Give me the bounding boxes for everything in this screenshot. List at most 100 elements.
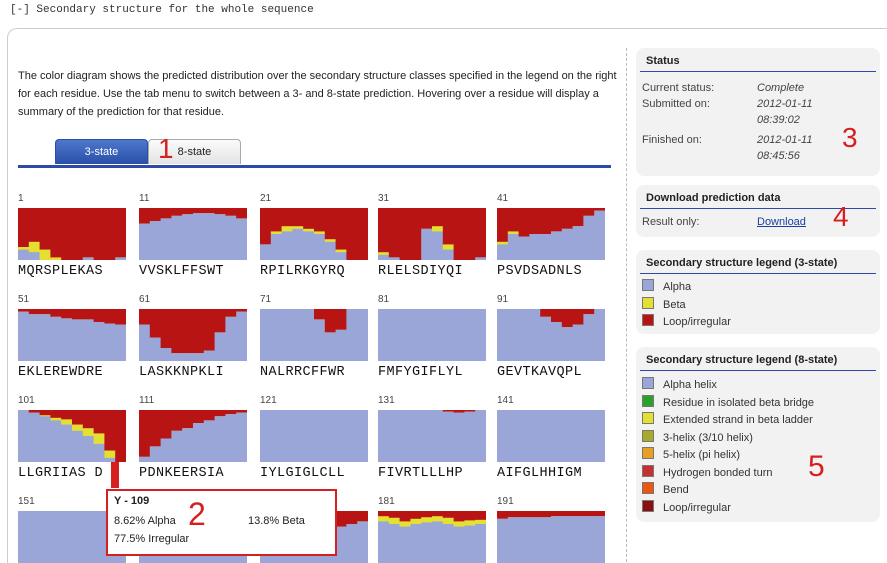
alpha-bar — [421, 410, 432, 462]
segment-position: 51 — [18, 294, 29, 305]
sequence-label: PDNKEERSIA — [139, 466, 224, 481]
finished-label: Finished on: — [642, 134, 702, 146]
status-title: Status — [640, 48, 876, 72]
legend-label: 3-helix (3/10 helix) — [663, 432, 753, 444]
download-link[interactable]: Download — [757, 216, 806, 228]
finished-date: 2012-01-11 — [757, 134, 812, 146]
alpha-bar — [72, 431, 83, 462]
prediction-plot[interactable] — [260, 410, 368, 462]
prediction-plot[interactable] — [139, 410, 247, 462]
loop-bar — [72, 309, 83, 320]
beta-bar — [303, 229, 314, 232]
loop-bar — [594, 511, 605, 517]
legend-swatch — [642, 482, 654, 494]
alpha-bar — [314, 410, 325, 462]
loop-bar — [72, 208, 83, 260]
alpha-bar — [72, 319, 83, 361]
alpha-bar — [519, 237, 530, 260]
loop-bar — [454, 208, 465, 260]
prediction-plot[interactable] — [260, 208, 368, 260]
prediction-plot[interactable] — [378, 309, 486, 361]
legend-swatch — [642, 377, 654, 389]
alpha-bar — [594, 516, 605, 563]
prediction-plot[interactable] — [378, 208, 486, 260]
segment-position: 71 — [260, 294, 271, 305]
alpha-bar — [94, 322, 105, 361]
alpha-bar — [400, 309, 411, 361]
section-header[interactable]: [-] Secondary structure for the whole se… — [10, 4, 314, 16]
prediction-plot[interactable] — [18, 208, 126, 260]
alpha-bar — [562, 327, 573, 361]
loop-bar — [161, 208, 172, 219]
alpha-bar — [583, 216, 594, 260]
alpha-bar — [508, 410, 519, 462]
prediction-plot[interactable] — [378, 511, 486, 563]
segment-position: 151 — [18, 496, 35, 507]
alpha-bar — [139, 325, 150, 361]
sequence-label: IYLGIGLCLL — [260, 466, 345, 481]
description-text: The color diagram shows the predicted di… — [18, 67, 626, 121]
loop-bar — [551, 309, 562, 322]
beta-bar — [421, 517, 432, 523]
alpha-bar — [29, 252, 40, 260]
prediction-plot[interactable] — [139, 309, 247, 361]
segment-position: 1 — [18, 193, 24, 204]
loop-bar — [193, 410, 204, 423]
alpha-bar — [378, 255, 389, 260]
loop-bar — [410, 208, 421, 260]
loop-bar — [282, 208, 293, 227]
prediction-plot[interactable] — [139, 208, 247, 260]
collapse-toggle[interactable]: [-] — [10, 4, 30, 16]
beta-bar — [410, 519, 421, 525]
beta-bar — [40, 250, 51, 260]
loop-bar — [443, 511, 454, 518]
prediction-plot[interactable] — [497, 511, 605, 563]
legend-label: Bend — [663, 484, 689, 496]
alpha-bar — [389, 309, 400, 361]
tab-3-state[interactable]: 3-state — [55, 139, 148, 164]
beta-bar — [475, 520, 486, 524]
alpha-bar — [573, 410, 584, 462]
prediction-plot[interactable] — [378, 410, 486, 462]
alpha-bar — [18, 410, 29, 462]
alpha-bar — [171, 431, 182, 462]
alpha-bar — [594, 309, 605, 361]
prediction-plot[interactable] — [497, 208, 605, 260]
alpha-bar — [260, 309, 271, 361]
status-panel: Status Current status: Complete Submitte… — [636, 48, 880, 176]
alpha-bar — [150, 221, 161, 260]
alpha-bar — [94, 511, 105, 563]
alpha-bar — [346, 524, 357, 563]
annotation-3: 3 — [842, 122, 858, 154]
loop-bar — [583, 511, 594, 517]
alpha-bar — [104, 324, 115, 361]
legend-swatch — [642, 412, 654, 424]
loop-bar — [204, 208, 215, 214]
alpha-bar — [150, 338, 161, 361]
loop-bar — [161, 410, 172, 439]
loop-bar — [182, 309, 193, 354]
alpha-bar — [432, 410, 443, 462]
legend-label: 5-helix (pi helix) — [663, 449, 740, 461]
alpha-bar — [454, 527, 465, 563]
alpha-bar — [18, 250, 29, 260]
loop-bar — [29, 208, 40, 242]
prediction-plot[interactable] — [260, 309, 368, 361]
loop-bar — [378, 511, 389, 517]
loop-bar — [40, 410, 51, 416]
alpha-bar — [336, 410, 347, 462]
prediction-plot[interactable] — [18, 410, 126, 462]
prediction-plot[interactable] — [497, 309, 605, 361]
prediction-plot[interactable] — [18, 309, 126, 361]
alpha-bar — [150, 446, 161, 462]
alpha-bar — [551, 410, 562, 462]
alpha-bar — [325, 242, 336, 260]
alpha-bar — [475, 257, 486, 260]
section-title: Secondary structure for the whole sequen… — [36, 4, 313, 16]
legend-label: Loop/irregular — [663, 316, 731, 328]
loop-bar — [551, 208, 562, 232]
beta-bar — [400, 521, 411, 527]
prediction-plot[interactable] — [497, 410, 605, 462]
segment-position: 181 — [378, 496, 395, 507]
loop-bar — [193, 309, 204, 354]
